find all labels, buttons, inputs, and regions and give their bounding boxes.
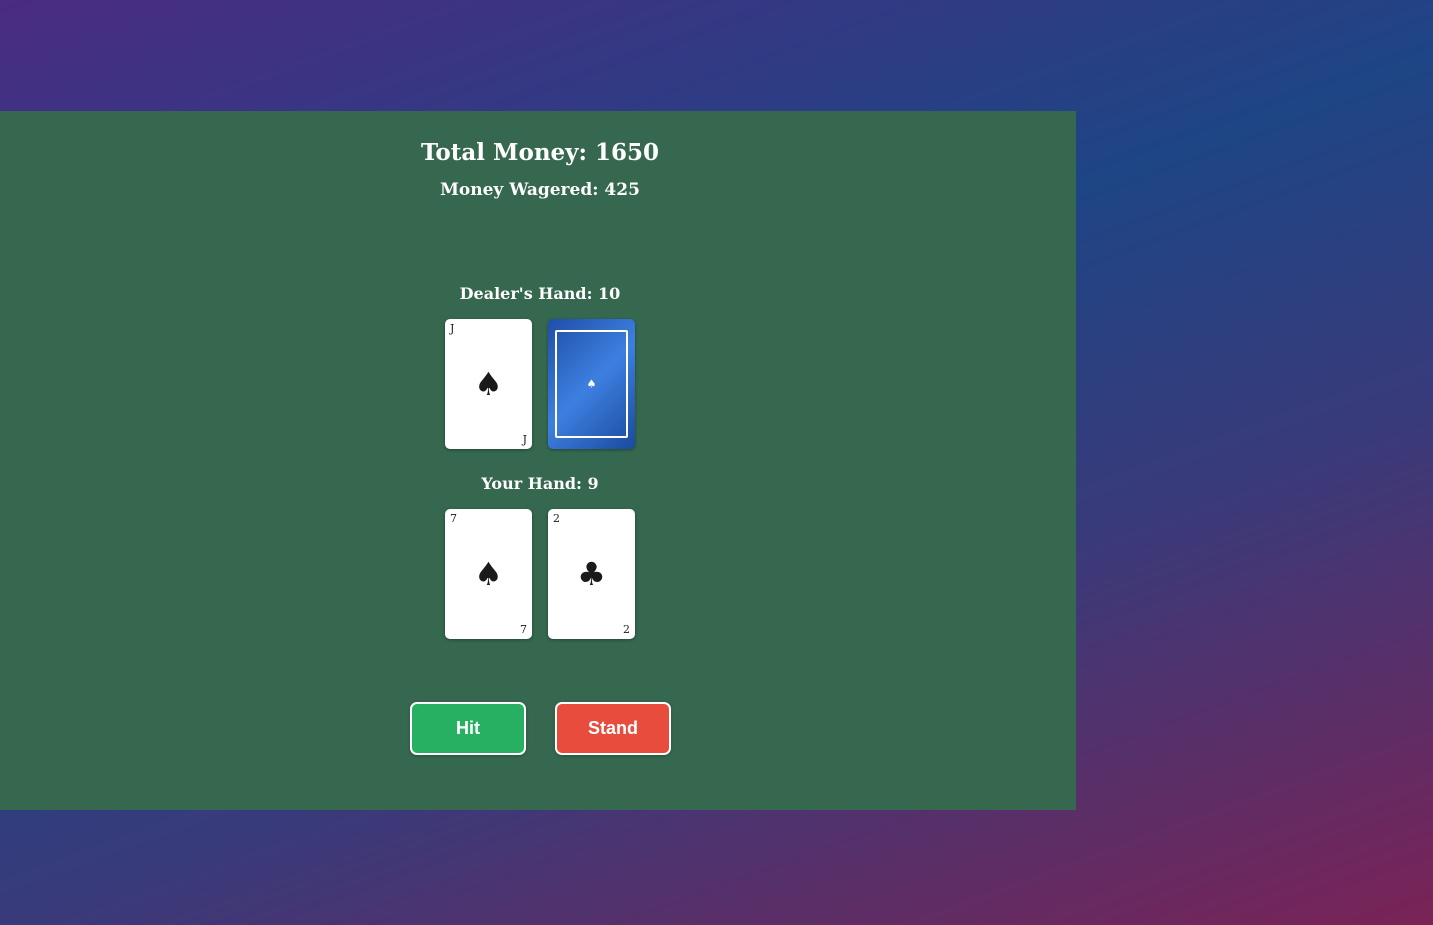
card-rank-bottom: 7 — [520, 623, 527, 636]
stand-button[interactable]: Stand — [555, 702, 671, 755]
spade-icon: ♠ — [474, 365, 503, 403]
card-rank-bottom: 2 — [623, 623, 630, 636]
card-rank-bottom: J — [522, 433, 527, 446]
player-card-2: 2 ♣ 2 — [548, 509, 635, 639]
card-rank-top: 2 — [553, 512, 560, 525]
spade-icon: ♠ — [586, 377, 597, 391]
card-rank-top: J — [450, 322, 455, 335]
blackjack-table: Total Money: 1650 Money Wagered: 425 Dea… — [0, 111, 1076, 810]
hit-button[interactable]: Hit — [410, 702, 526, 755]
club-icon: ♣ — [577, 555, 606, 593]
dealer-hand-label: Dealer's Hand: 10 — [459, 284, 621, 303]
spade-icon: ♠ — [474, 555, 503, 593]
card-rank-top: 7 — [450, 512, 457, 525]
player-card-1: 7 ♠ 7 — [445, 509, 532, 639]
total-money: Total Money: 1650 — [420, 139, 660, 166]
player-hand-label: Your Hand: 9 — [481, 474, 599, 493]
dealer-card-1: J ♠ J — [445, 319, 532, 449]
money-wagered: Money Wagered: 425 — [440, 180, 640, 200]
dealer-card-2-face-down: ♠ — [548, 319, 635, 449]
